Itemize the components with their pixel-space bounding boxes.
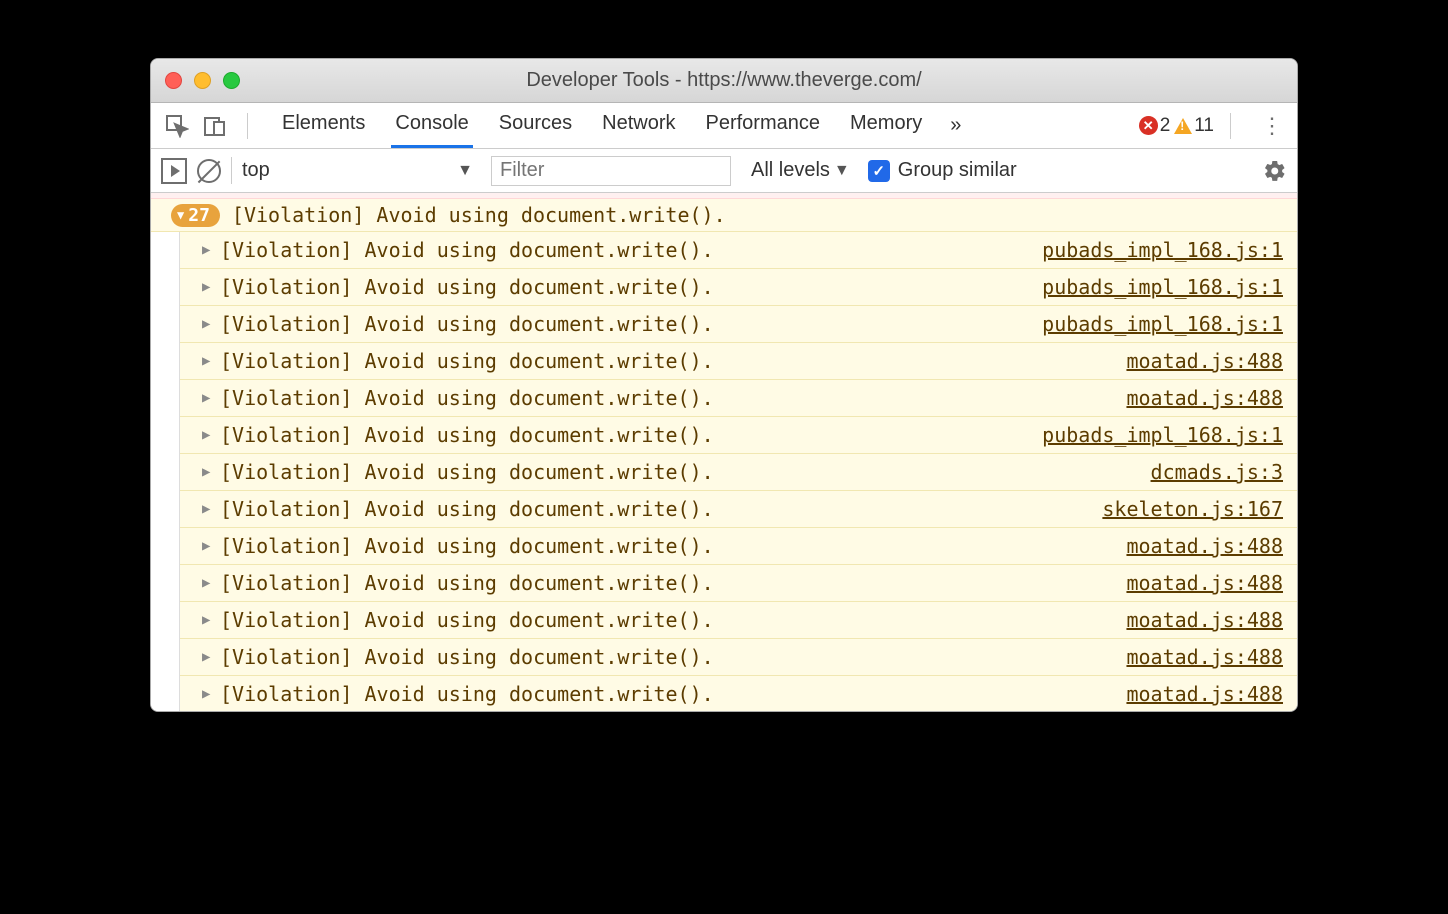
zoom-window-button[interactable] [223,72,240,89]
group-similar-toggle[interactable]: ✓ Group similar [868,159,1017,182]
console-entry[interactable]: [Violation] Avoid using document.write()… [180,602,1297,639]
traffic-lights [151,72,240,89]
console-entry-source-link[interactable]: pubads_impl_168.js:1 [1042,238,1283,262]
console-entry-message: [Violation] Avoid using document.write()… [220,571,1126,595]
console-entry-source-link[interactable]: moatad.js:488 [1126,386,1283,410]
console-entry-message: [Violation] Avoid using document.write()… [220,312,1042,336]
console-entry-message: [Violation] Avoid using document.write()… [220,423,1042,447]
console-entry[interactable]: [Violation] Avoid using document.write()… [180,639,1297,676]
warning-count: 11 [1194,115,1214,137]
minimize-window-button[interactable] [194,72,211,89]
console-entry-source-link[interactable]: pubads_impl_168.js:1 [1042,275,1283,299]
error-count: 2 [1160,115,1171,137]
panel-tabs: Elements Console Sources Network Perform… [278,104,926,148]
console-entry-message: [Violation] Avoid using document.write()… [220,349,1126,373]
error-icon: ✕ [1139,116,1158,135]
console-entry-source-link[interactable]: pubads_impl_168.js:1 [1042,423,1283,447]
group-similar-label: Group similar [898,159,1017,182]
console-output: 27 [Violation] Avoid using document.writ… [151,193,1297,711]
tab-sources[interactable]: Sources [495,104,576,148]
titlebar: Developer Tools - https://www.theverge.c… [151,59,1297,103]
execution-context-select[interactable]: top ▼ [231,157,481,184]
inspect-element-icon[interactable] [161,110,193,142]
group-count-badge: 27 [171,204,220,227]
console-entry-source-link[interactable]: moatad.js:488 [1126,608,1283,632]
tab-network[interactable]: Network [598,104,679,148]
console-entry[interactable]: [Violation] Avoid using document.write()… [180,343,1297,380]
console-entry-message: [Violation] Avoid using document.write()… [220,497,1102,521]
console-entry[interactable]: [Violation] Avoid using document.write()… [180,528,1297,565]
console-entry[interactable]: [Violation] Avoid using document.write()… [180,417,1297,454]
checkbox-checked-icon: ✓ [868,160,890,182]
tab-elements[interactable]: Elements [278,104,369,148]
more-menu-button[interactable]: ⋮ [1261,122,1283,130]
console-entry[interactable]: [Violation] Avoid using document.write()… [180,380,1297,417]
devtools-window: Developer Tools - https://www.theverge.c… [150,58,1298,712]
console-group-entries: [Violation] Avoid using document.write()… [179,232,1297,711]
console-toolbar: top ▼ All levels ▼ ✓ Group similar [151,149,1297,193]
console-entry-message: [Violation] Avoid using document.write()… [220,386,1126,410]
console-entry[interactable]: [Violation] Avoid using document.write()… [180,306,1297,343]
divider [247,113,248,139]
device-toolbar-icon[interactable] [199,110,231,142]
console-entry-source-link[interactable]: moatad.js:488 [1126,682,1283,706]
warning-badge[interactable]: 11 [1174,115,1214,137]
console-entry-source-link[interactable]: pubads_impl_168.js:1 [1042,312,1283,336]
log-level-value: All levels [751,159,830,182]
console-settings-button[interactable] [1263,159,1287,183]
console-entry[interactable]: [Violation] Avoid using document.write()… [180,491,1297,528]
tab-memory[interactable]: Memory [846,104,926,148]
console-entry-message: [Violation] Avoid using document.write()… [220,460,1151,484]
log-level-select[interactable]: All levels ▼ [751,159,850,182]
console-entry-source-link[interactable]: dcmads.js:3 [1151,460,1283,484]
console-entry-message: [Violation] Avoid using document.write()… [220,608,1126,632]
overflow-tabs-button[interactable]: » [950,114,961,137]
filter-input[interactable] [491,156,731,186]
tab-console[interactable]: Console [391,104,472,148]
show-console-sidebar-button[interactable] [161,158,187,184]
console-entry-message: [Violation] Avoid using document.write()… [220,275,1042,299]
console-entry-source-link[interactable]: moatad.js:488 [1126,534,1283,558]
console-entry[interactable]: [Violation] Avoid using document.write()… [180,676,1297,711]
console-entry[interactable]: [Violation] Avoid using document.write()… [180,454,1297,491]
console-entry-message: [Violation] Avoid using document.write()… [220,534,1126,558]
clear-console-button[interactable] [197,159,221,183]
console-entry-source-link[interactable]: skeleton.js:167 [1102,497,1283,521]
chevron-down-icon: ▼ [834,162,850,180]
console-entry[interactable]: [Violation] Avoid using document.write()… [180,232,1297,269]
tab-performance[interactable]: Performance [702,104,825,148]
devtools-tabbar: Elements Console Sources Network Perform… [151,103,1297,149]
console-entry-source-link[interactable]: moatad.js:488 [1126,645,1283,669]
console-entry-source-link[interactable]: moatad.js:488 [1126,349,1283,373]
console-entry-message: [Violation] Avoid using document.write()… [220,645,1126,669]
console-group-header[interactable]: 27 [Violation] Avoid using document.writ… [151,199,1297,232]
console-entry[interactable]: [Violation] Avoid using document.write()… [180,269,1297,306]
console-entry[interactable]: [Violation] Avoid using document.write()… [180,565,1297,602]
issue-badges[interactable]: ✕ 2 11 [1139,115,1214,137]
chevron-down-icon: ▼ [457,162,473,180]
group-message: [Violation] Avoid using document.write()… [232,203,726,227]
window-title: Developer Tools - https://www.theverge.c… [151,69,1297,92]
error-badge[interactable]: ✕ 2 [1139,115,1171,137]
close-window-button[interactable] [165,72,182,89]
console-entry-source-link[interactable]: moatad.js:488 [1126,571,1283,595]
divider [1230,113,1231,139]
console-entry-message: [Violation] Avoid using document.write()… [220,238,1042,262]
warning-icon [1174,118,1192,134]
execution-context-value: top [242,159,270,182]
console-entry-message: [Violation] Avoid using document.write()… [220,682,1126,706]
